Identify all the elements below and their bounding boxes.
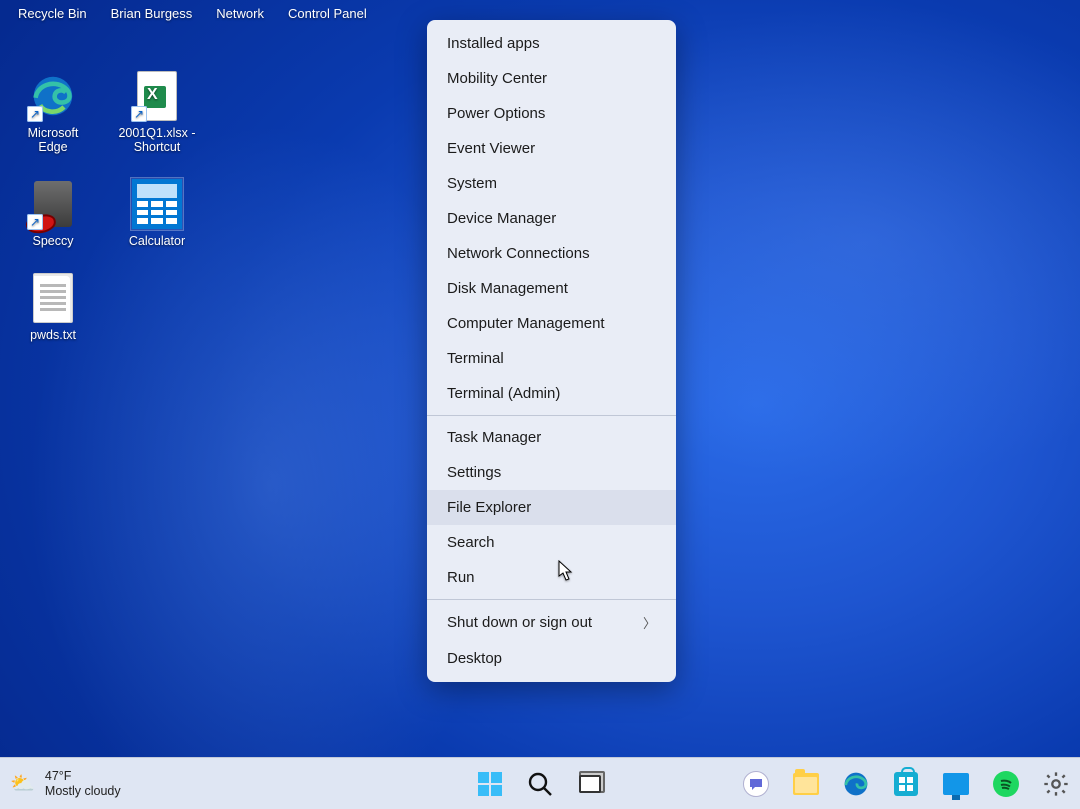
- speccy-icon: ↗: [27, 178, 79, 230]
- weather-temperature: 47°F: [45, 769, 121, 783]
- taskbar-app-edge[interactable]: [842, 770, 870, 798]
- menu-item-label: Mobility Center: [447, 70, 547, 87]
- menu-item-label: Event Viewer: [447, 140, 535, 157]
- menu-item-label: Installed apps: [447, 35, 540, 52]
- desktop-label-network[interactable]: Network: [204, 6, 276, 21]
- menu-item-label: Search: [447, 534, 495, 551]
- desktop-icon-excel-shortcut[interactable]: X ↗ 2001Q1.xlsx - Shortcut: [114, 70, 200, 154]
- winx-item-run[interactable]: Run: [427, 560, 676, 595]
- shortcut-overlay-icon: ↗: [131, 106, 147, 122]
- desktop-label-control-panel[interactable]: Control Panel: [276, 6, 379, 21]
- winx-item-installed-apps[interactable]: Installed apps: [427, 26, 676, 61]
- text-file-icon: [27, 272, 79, 324]
- winx-item-disk-management[interactable]: Disk Management: [427, 271, 676, 306]
- desktop-label-recycle-bin[interactable]: Recycle Bin: [0, 6, 99, 21]
- task-view-icon: [579, 775, 601, 793]
- menu-item-label: File Explorer: [447, 499, 531, 516]
- winx-item-file-explorer[interactable]: File Explorer: [427, 490, 676, 525]
- menu-item-label: Task Manager: [447, 429, 541, 446]
- weather-description: Mostly cloudy: [45, 784, 121, 798]
- taskbar-app-microsoft-store[interactable]: [892, 770, 920, 798]
- start-button[interactable]: [476, 770, 504, 798]
- taskbar-app-dev-home[interactable]: [942, 770, 970, 798]
- desktop-icon-microsoft-edge[interactable]: ↗ Microsoft Edge: [10, 70, 96, 154]
- edge-icon: ↗: [27, 70, 79, 122]
- folder-icon: [793, 773, 819, 795]
- desktop-top-label-row: Recycle Bin Brian Burgess Network Contro…: [0, 6, 379, 21]
- winx-item-shut-down-or-sign-out[interactable]: Shut down or sign out 〉: [427, 604, 676, 641]
- winx-item-search[interactable]: Search: [427, 525, 676, 560]
- taskbar-search-button[interactable]: [526, 770, 554, 798]
- menu-item-label: Terminal (Admin): [447, 385, 560, 402]
- menu-item-label: System: [447, 175, 497, 192]
- menu-item-label: Shut down or sign out: [447, 614, 592, 631]
- desktop-icon-grid: ↗ Microsoft Edge X ↗ 2001Q1.xlsx - Short…: [10, 70, 200, 342]
- icon-label: pwds.txt: [30, 328, 76, 342]
- chevron-right-icon: 〉: [643, 613, 656, 632]
- menu-item-label: Power Options: [447, 105, 545, 122]
- weather-icon: ⛅: [10, 771, 35, 796]
- calculator-icon: [131, 178, 183, 230]
- desktop-icon-calculator[interactable]: Calculator: [114, 178, 200, 248]
- winx-item-settings[interactable]: Settings: [427, 455, 676, 490]
- menu-item-label: Settings: [447, 464, 501, 481]
- excel-file-icon: X ↗: [131, 70, 183, 122]
- icon-label: Edge: [38, 140, 67, 154]
- winx-menu: Installed apps Mobility Center Power Optio…: [427, 20, 676, 682]
- taskbar-app-chat[interactable]: [742, 770, 770, 798]
- task-view-button[interactable]: [576, 770, 604, 798]
- winx-item-mobility-center[interactable]: Mobility Center: [427, 61, 676, 96]
- menu-item-label: Disk Management: [447, 280, 568, 297]
- menu-item-label: Device Manager: [447, 210, 556, 227]
- menu-item-label: Network Connections: [447, 245, 590, 262]
- icon-label: Microsoft: [28, 126, 79, 140]
- desktop-label-user-folder[interactable]: Brian Burgess: [99, 6, 205, 21]
- winx-item-task-manager[interactable]: Task Manager: [427, 420, 676, 455]
- desktop-icon-pwds-txt[interactable]: pwds.txt: [10, 272, 96, 342]
- icon-label: Speccy: [33, 234, 74, 248]
- taskbar-app-spotify[interactable]: [992, 770, 1020, 798]
- winx-item-computer-management[interactable]: Computer Management: [427, 306, 676, 341]
- monitor-icon: [943, 773, 969, 795]
- menu-item-label: Desktop: [447, 650, 502, 667]
- spotify-icon: [993, 771, 1019, 797]
- icon-label: 2001Q1.xlsx -: [118, 126, 195, 140]
- store-icon: [894, 772, 918, 796]
- chat-icon: [743, 771, 769, 797]
- icon-label: Calculator: [129, 234, 185, 248]
- winx-item-network-connections[interactable]: Network Connections: [427, 236, 676, 271]
- winx-item-terminal-admin[interactable]: Terminal (Admin): [427, 376, 676, 411]
- shortcut-overlay-icon: ↗: [27, 106, 43, 122]
- desktop-icon-speccy[interactable]: ↗ Speccy: [10, 178, 96, 248]
- gear-icon: [1042, 770, 1070, 798]
- winx-item-desktop[interactable]: Desktop: [427, 641, 676, 676]
- menu-separator: [427, 599, 676, 600]
- taskbar-weather-widget[interactable]: ⛅ 47°F Mostly cloudy: [10, 769, 121, 798]
- taskbar: ⛅ 47°F Mostly cloudy: [0, 757, 1080, 809]
- winx-item-power-options[interactable]: Power Options: [427, 96, 676, 131]
- winx-item-system[interactable]: System: [427, 166, 676, 201]
- taskbar-app-settings[interactable]: [1042, 770, 1070, 798]
- menu-item-label: Terminal: [447, 350, 504, 367]
- icon-label: Shortcut: [134, 140, 181, 154]
- winx-item-event-viewer[interactable]: Event Viewer: [427, 131, 676, 166]
- winx-item-device-manager[interactable]: Device Manager: [427, 201, 676, 236]
- shortcut-overlay-icon: ↗: [27, 214, 43, 230]
- edge-icon: [843, 771, 869, 797]
- winx-item-terminal[interactable]: Terminal: [427, 341, 676, 376]
- menu-item-label: Run: [447, 569, 475, 586]
- menu-item-label: Computer Management: [447, 315, 605, 332]
- taskbar-app-file-explorer[interactable]: [792, 770, 820, 798]
- menu-separator: [427, 415, 676, 416]
